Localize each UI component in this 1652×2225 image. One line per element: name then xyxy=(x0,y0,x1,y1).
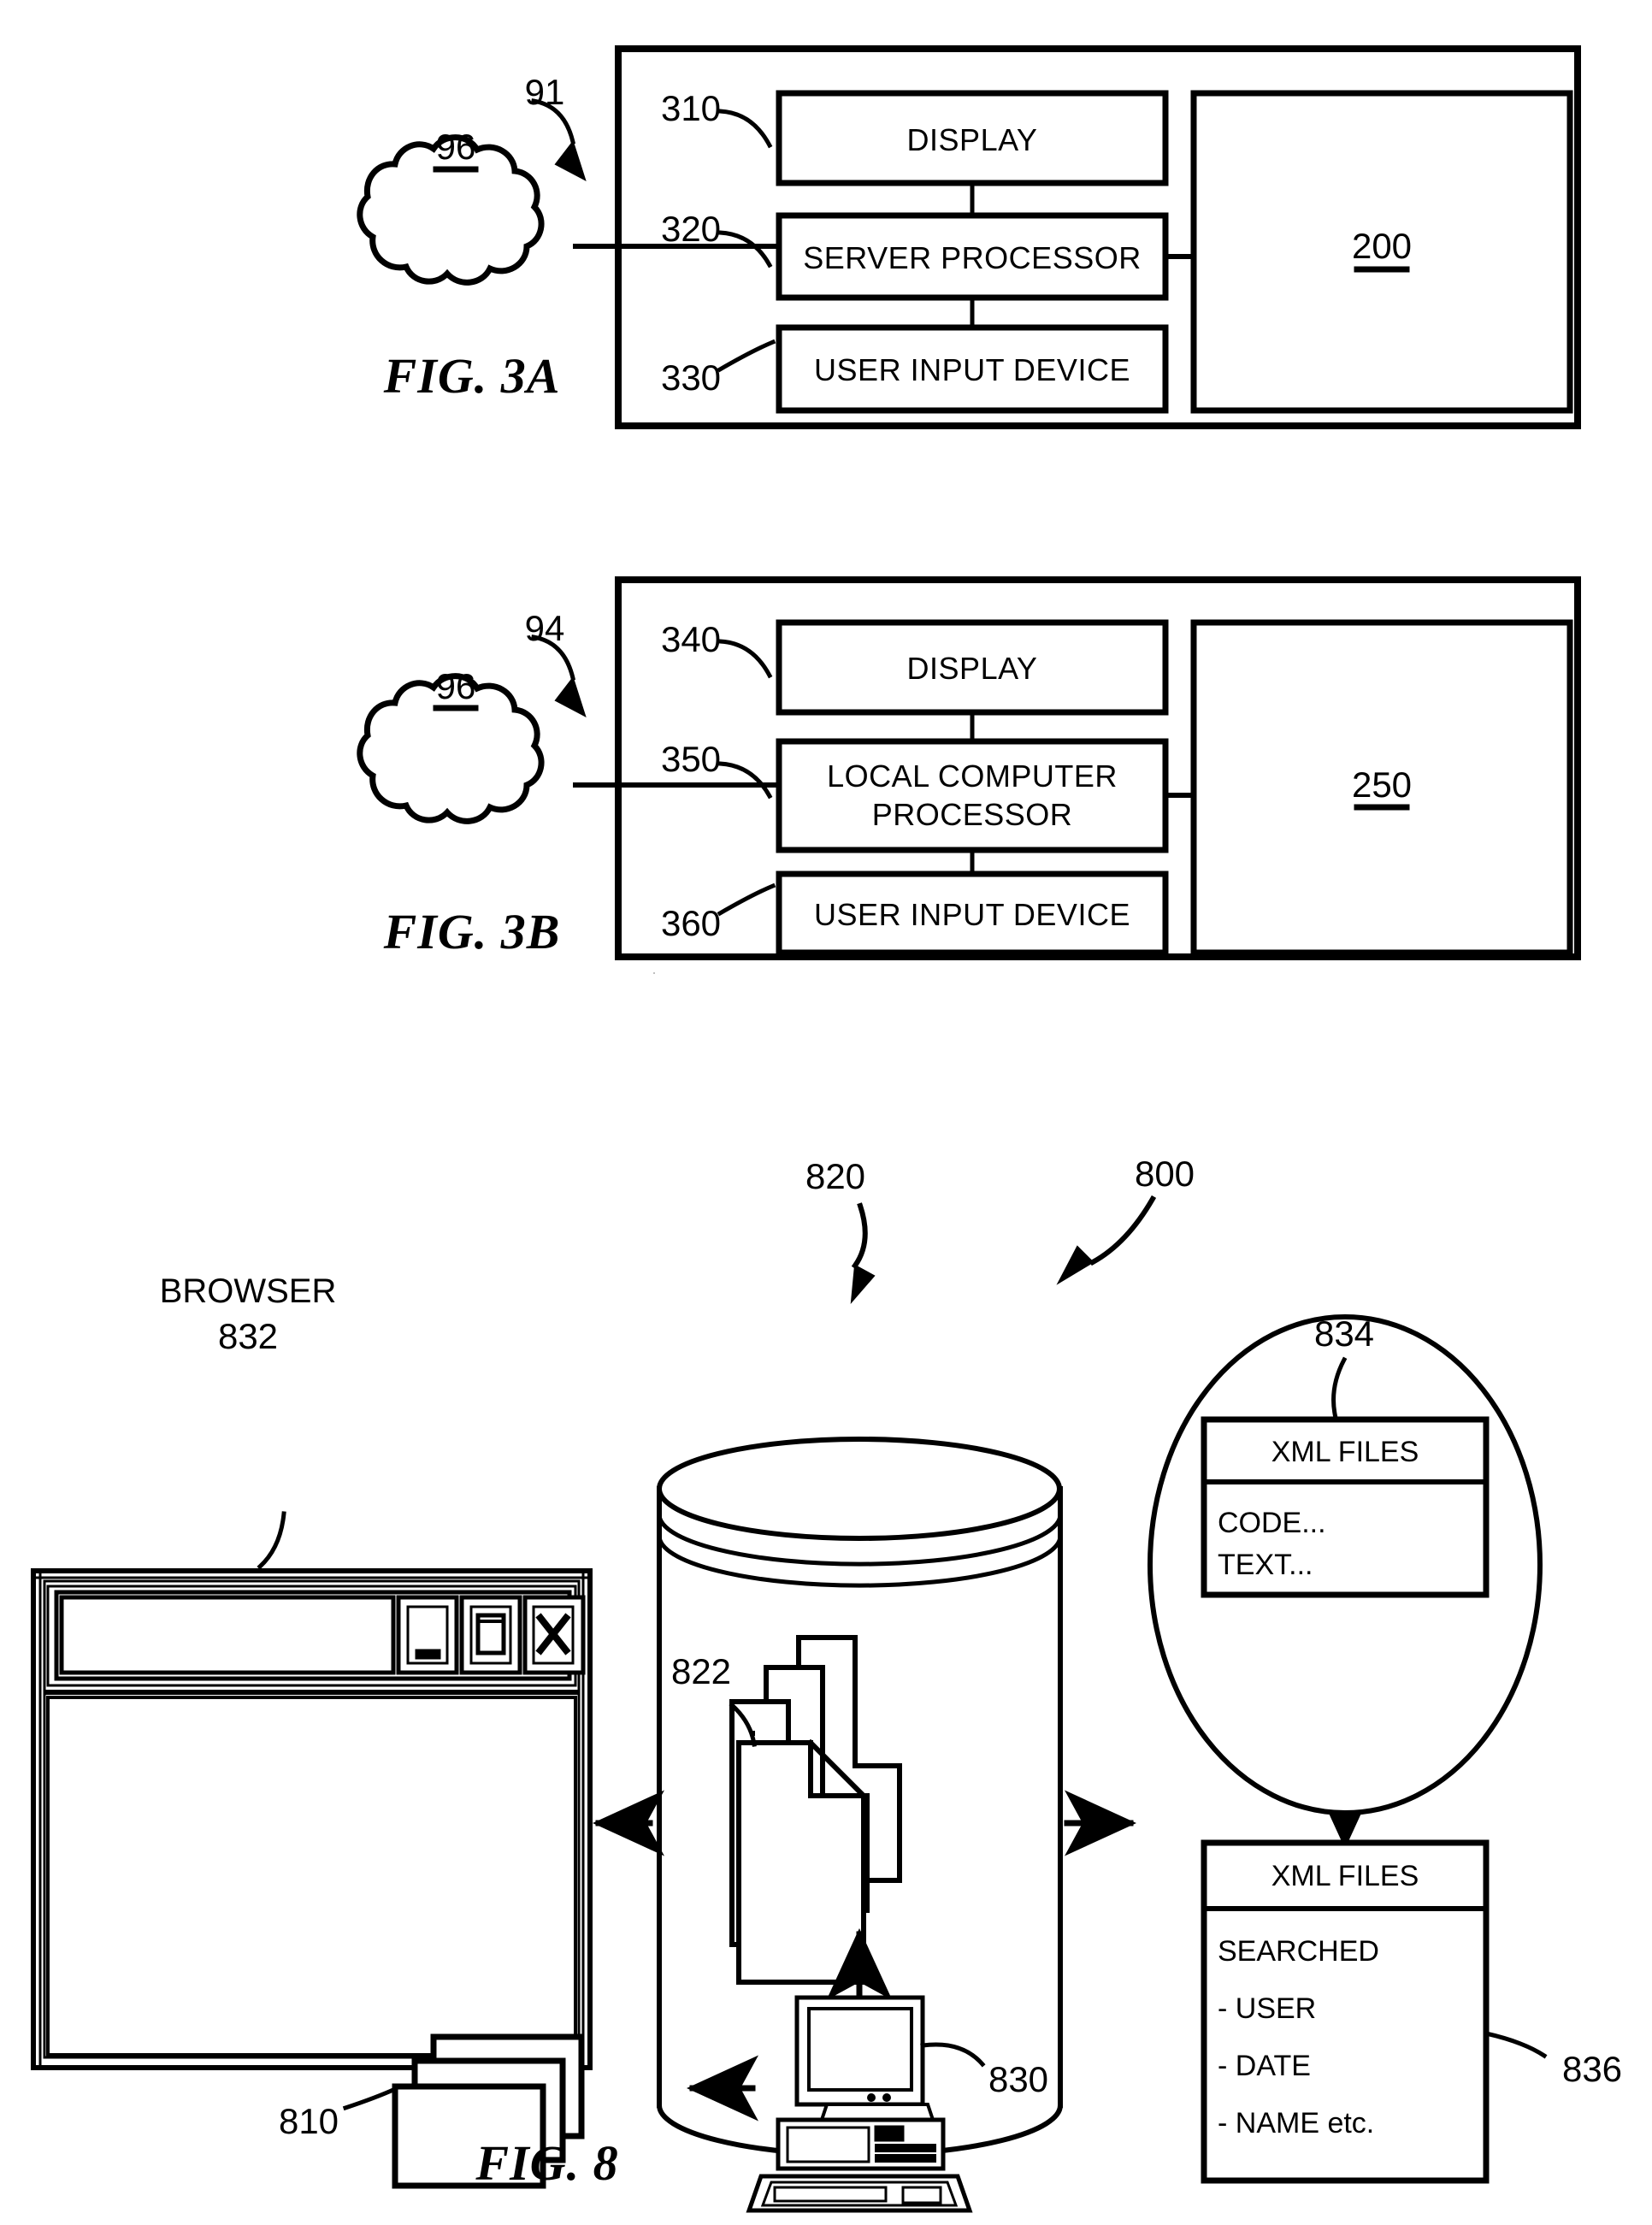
fig3b-processor-label-line2: PROCESSOR xyxy=(871,797,1073,832)
fig8-ref-832: 832 xyxy=(217,1316,279,1356)
xml-panel-836-line-3: - DATE xyxy=(1218,2050,1311,2082)
fig3b-ref-96: 96 xyxy=(435,666,476,706)
computer-830 xyxy=(746,1995,973,2213)
xml-panel-836-header: XML FILES xyxy=(1271,1860,1419,1892)
xml-panel-836-line-1: SEARCHED xyxy=(1218,1935,1379,1968)
fig3a-ref-200: 200 xyxy=(1351,226,1413,266)
fig3a-ref-96: 96 xyxy=(435,127,476,167)
xml-panel-834-line-1: CODE... xyxy=(1218,1507,1326,1539)
fig8-caption: FIG. 8 xyxy=(475,2135,619,2191)
xml-panel-834-line-2: TEXT... xyxy=(1218,1549,1313,1581)
window-buttons-group xyxy=(396,1595,586,1675)
fig3a-ref-91: 91 xyxy=(524,72,565,112)
fig3b-ref-250: 250 xyxy=(1351,764,1413,805)
fig3a-ref-330: 330 xyxy=(660,357,722,398)
browser-title-label: BROWSER xyxy=(159,1272,337,1310)
fig8-ref-820: 820 xyxy=(805,1156,866,1196)
fig3b-ref-350: 350 xyxy=(660,739,722,779)
fig3a-processor-label: SERVER PROCESSOR xyxy=(803,240,1142,275)
fig3a-display-label: DISPLAY xyxy=(906,122,1038,157)
database-top xyxy=(657,1437,1062,1541)
fig3b-processor-label: LOCAL COMPUTER PROCESSOR xyxy=(780,757,1165,834)
fig8-ref-800: 800 xyxy=(1134,1154,1195,1194)
fig3a-caption: FIG. 3A xyxy=(383,348,561,404)
fig3b-ref-360: 360 xyxy=(660,903,722,943)
xml-circle xyxy=(1148,1314,1543,1815)
fig3a-ref-310: 310 xyxy=(660,88,722,128)
fig3b-input-label: USER INPUT DEVICE xyxy=(814,897,1130,932)
fig8-ref-810: 810 xyxy=(278,2101,339,2141)
fig8-ref-822: 822 xyxy=(670,1651,732,1691)
fig3a-ref-320: 320 xyxy=(660,209,722,249)
fig8-ref-836: 836 xyxy=(1561,2049,1623,2089)
fig3b-ref-340: 340 xyxy=(660,619,722,659)
fig3b-processor-label-line1: LOCAL COMPUTER xyxy=(827,758,1118,794)
database-bottom xyxy=(656,2102,1064,2158)
fig8-ref-830: 830 xyxy=(988,2059,1049,2099)
browser-outer-frame xyxy=(31,1568,593,2070)
fig3a-input-label: USER INPUT DEVICE xyxy=(814,352,1130,387)
database-front-document xyxy=(736,1740,866,1985)
fig8-ref-834: 834 xyxy=(1313,1313,1375,1354)
xml-panel-836-line-2: - USER xyxy=(1218,1992,1317,2025)
database-document-stack xyxy=(729,1635,902,1947)
fig3b-display-label: DISPLAY xyxy=(906,651,1038,686)
fig3b-caption: FIG. 3B xyxy=(383,904,561,959)
fig3b-ref-94: 94 xyxy=(524,608,565,648)
xml-panel-834-header: XML FILES xyxy=(1271,1436,1419,1468)
patent-drawing-sheet: DISPLAY SERVER PROCESSOR USER INPUT DEVI… xyxy=(0,0,1652,2225)
xml-panel-836-line-4: - NAME etc. xyxy=(1218,2107,1375,2139)
